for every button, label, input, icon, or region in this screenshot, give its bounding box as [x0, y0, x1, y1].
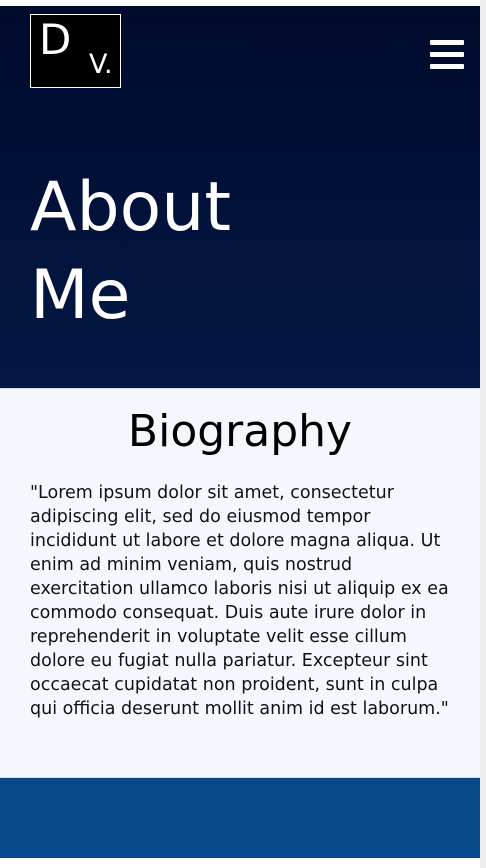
scrollbar-track[interactable] — [480, 0, 486, 868]
footer — [0, 778, 480, 858]
logo-suffix: V. — [89, 49, 113, 80]
hamburger-menu-icon[interactable] — [430, 40, 464, 70]
page-title: About Me — [30, 168, 232, 335]
hero-header: D V. About Me — [0, 6, 480, 388]
logo-letter: D — [39, 15, 72, 64]
menu-line-2 — [430, 52, 464, 57]
biography-section: Biography "Lorem ipsum dolor sit amet, c… — [0, 388, 480, 778]
biography-text: "Lorem ipsum dolor sit amet, consectetur… — [30, 483, 449, 719]
page: D V. About Me Biography "Lorem ipsum dol… — [0, 0, 486, 868]
menu-line-1 — [430, 40, 464, 45]
biography-title: Biography — [127, 406, 353, 457]
menu-line-3 — [430, 64, 464, 69]
logo[interactable]: D V. — [30, 14, 121, 88]
